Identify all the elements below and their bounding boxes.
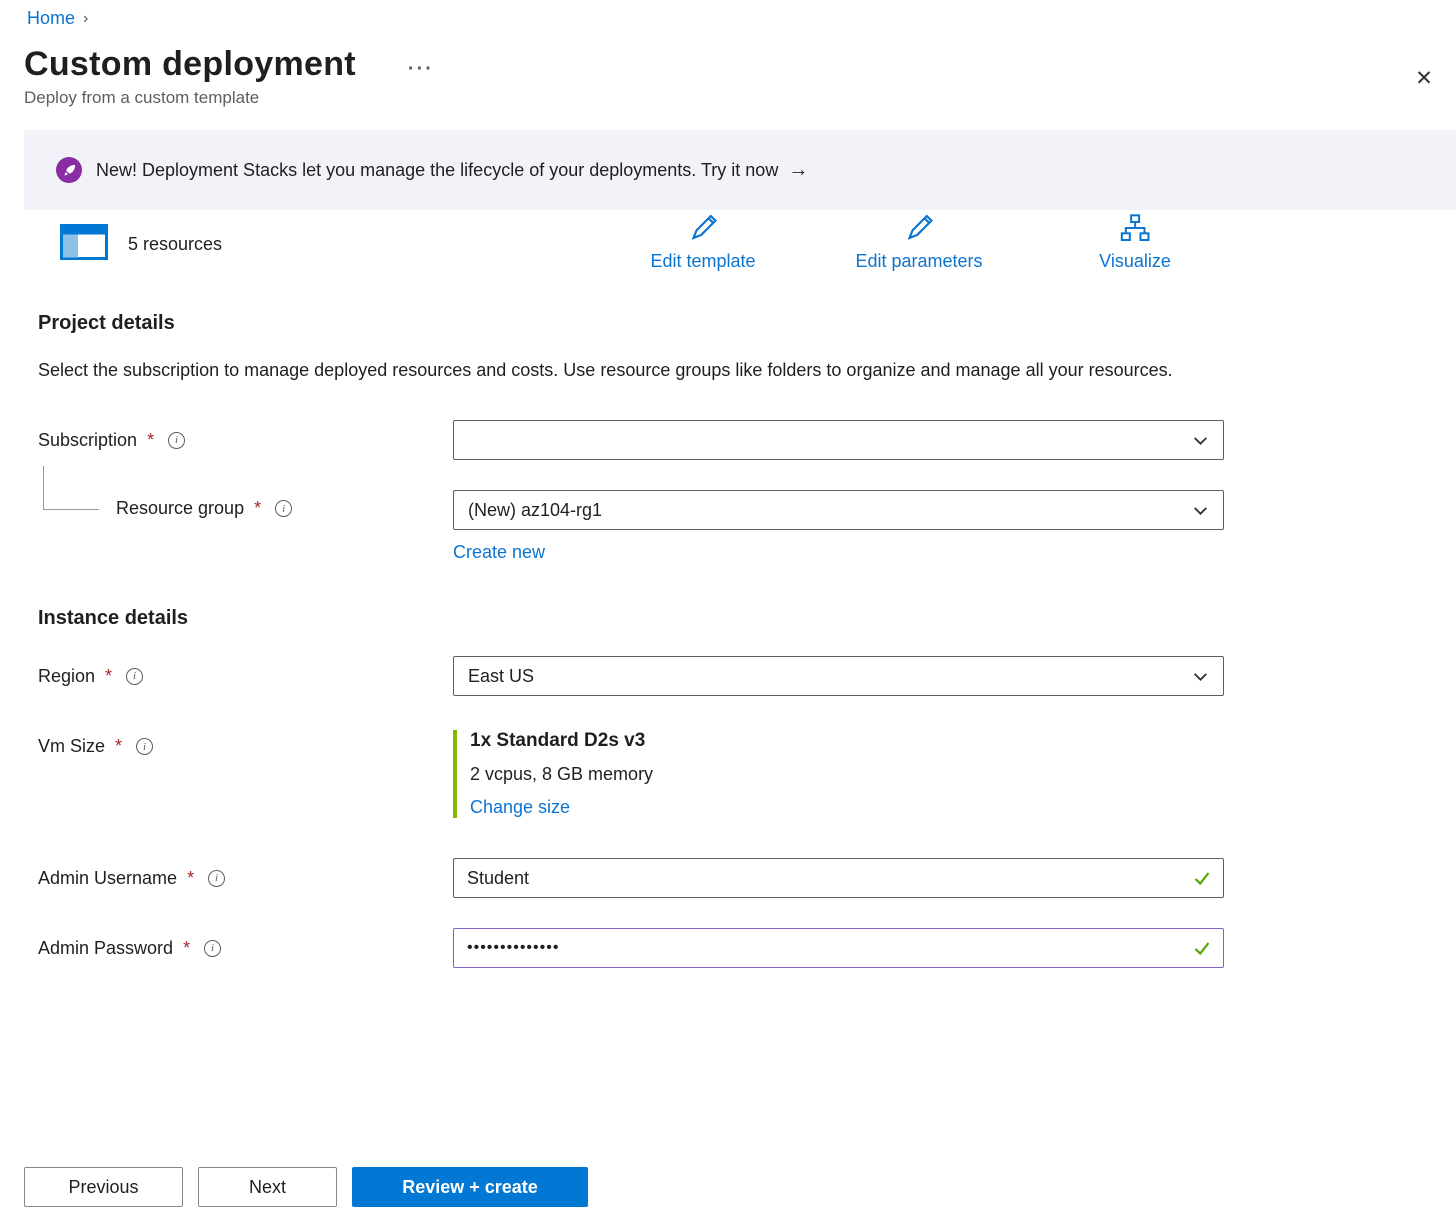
breadcrumb: Home › <box>0 0 1456 29</box>
page-subtitle: Deploy from a custom template <box>24 88 1456 108</box>
region-label: Region <box>38 666 95 687</box>
admin-password-row: Admin Password * i <box>0 928 1456 968</box>
deployment-form: Subscription * i Resource group * i <box>0 420 1456 968</box>
wizard-footer: Previous Next Review + create <box>24 1167 588 1207</box>
breadcrumb-home-link[interactable]: Home <box>27 8 75 29</box>
edit-template-label: Edit template <box>650 251 755 272</box>
admin-password-label: Admin Password <box>38 938 173 959</box>
review-create-button[interactable]: Review + create <box>352 1167 588 1207</box>
more-options-icon[interactable]: ··· <box>408 58 434 81</box>
vm-size-selection: 1x Standard D2s v3 <box>470 730 1224 752</box>
change-size-link[interactable]: Change size <box>470 797 570 818</box>
region-value: East US <box>468 666 534 687</box>
vm-size-row: Vm Size * i 1x Standard D2s v3 2 vcpus, … <box>0 730 1456 818</box>
resource-group-label: Resource group <box>116 498 244 519</box>
resource-group-icon <box>60 224 108 265</box>
resource-count-label: 5 resources <box>128 234 222 255</box>
vm-size-specs: 2 vcpus, 8 GB memory <box>470 764 1224 785</box>
edit-parameters-button[interactable]: Edit parameters <box>855 212 982 272</box>
info-icon[interactable]: i <box>168 432 185 449</box>
region-label-group: Region * i <box>0 666 453 687</box>
check-icon <box>1192 938 1212 963</box>
info-icon[interactable]: i <box>208 870 225 887</box>
check-icon <box>1192 868 1212 893</box>
required-asterisk: * <box>105 666 112 687</box>
admin-username-label: Admin Username <box>38 868 177 889</box>
region-dropdown[interactable]: East US <box>453 656 1224 696</box>
create-new-link[interactable]: Create new <box>453 542 545 563</box>
subscription-dropdown[interactable] <box>453 420 1224 460</box>
resource-group-row: Resource group * i (New) az104-rg1 Creat… <box>0 490 1456 563</box>
region-row: Region * i East US <box>0 656 1456 696</box>
visualize-label: Visualize <box>1099 251 1171 272</box>
resource-group-value: (New) az104-rg1 <box>468 500 602 521</box>
admin-password-input[interactable] <box>453 928 1224 968</box>
edit-parameters-label: Edit parameters <box>855 251 982 272</box>
required-asterisk: * <box>183 938 190 959</box>
info-icon[interactable]: i <box>136 738 153 755</box>
template-bar: 5 resources Edit template Edit parameter… <box>0 212 1456 284</box>
page-header: Custom deployment ··· <box>24 45 1456 84</box>
subscription-label-group: Subscription * i <box>0 430 453 451</box>
subscription-label: Subscription <box>38 430 137 451</box>
vm-size-label-group: Vm Size * i <box>0 736 453 757</box>
vm-size-summary: 1x Standard D2s v3 2 vcpus, 8 GB memory … <box>453 730 1224 818</box>
next-button[interactable]: Next <box>198 1167 337 1207</box>
chevron-down-icon <box>1192 432 1209 449</box>
info-icon[interactable]: i <box>275 500 292 517</box>
deployment-stacks-banner[interactable]: New! Deployment Stacks let you manage th… <box>24 130 1456 210</box>
page-title: Custom deployment <box>24 45 356 84</box>
rocket-icon <box>56 157 82 183</box>
edit-template-button[interactable]: Edit template <box>650 212 755 272</box>
admin-username-input[interactable] <box>453 858 1224 898</box>
breadcrumb-chevron-icon: › <box>83 10 88 28</box>
instance-details-heading: Instance details <box>38 607 1456 630</box>
template-resource-summary: 5 resources <box>60 224 222 265</box>
tree-connector-line <box>43 466 99 510</box>
pencil-icon <box>903 231 935 248</box>
pencil-icon <box>687 231 719 248</box>
required-asterisk: * <box>115 736 122 757</box>
info-icon[interactable]: i <box>126 668 143 685</box>
vm-size-label: Vm Size <box>38 736 105 757</box>
project-details-heading: Project details <box>38 312 1456 335</box>
required-asterisk: * <box>147 430 154 451</box>
resource-group-dropdown[interactable]: (New) az104-rg1 <box>453 490 1224 530</box>
org-chart-icon <box>1119 231 1151 248</box>
chevron-down-icon <box>1192 502 1209 519</box>
close-icon[interactable]: ✕ <box>1408 62 1440 94</box>
visualize-button[interactable]: Visualize <box>1099 212 1171 272</box>
required-asterisk: * <box>187 868 194 889</box>
project-details-description: Select the subscription to manage deploy… <box>38 355 1188 386</box>
admin-username-label-group: Admin Username * i <box>0 868 453 889</box>
info-icon[interactable]: i <box>204 940 221 957</box>
arrow-right-icon[interactable]: → <box>788 159 808 182</box>
subscription-row: Subscription * i <box>0 420 1456 460</box>
custom-deployment-page: Home › Custom deployment ··· ✕ Deploy fr… <box>0 0 1456 1219</box>
chevron-down-icon <box>1192 668 1209 685</box>
admin-password-label-group: Admin Password * i <box>0 938 453 959</box>
previous-button[interactable]: Previous <box>24 1167 183 1207</box>
required-asterisk: * <box>254 498 261 519</box>
banner-message: New! Deployment Stacks let you manage th… <box>96 160 778 181</box>
admin-username-row: Admin Username * i <box>0 858 1456 898</box>
